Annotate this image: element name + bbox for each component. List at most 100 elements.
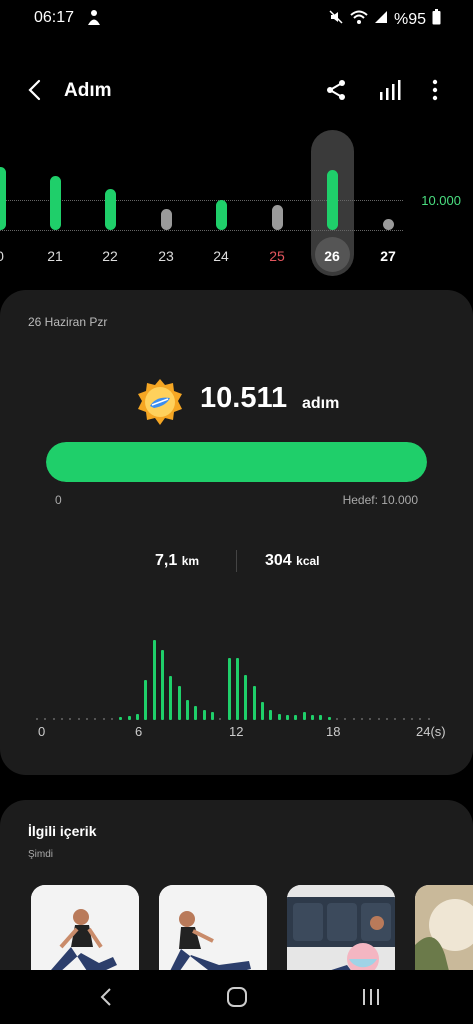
goal-progress-fill — [46, 442, 427, 482]
baseline — [0, 230, 403, 231]
goal-value-label: 10.000 — [421, 193, 461, 208]
hourly-dot — [94, 718, 97, 720]
hourly-bar — [127, 716, 131, 720]
week-bar-22[interactable] — [104, 188, 116, 230]
related-subtitle: Şimdi — [28, 849, 54, 860]
hourly-bar — [269, 710, 273, 720]
week-bar-27[interactable] — [382, 219, 394, 230]
hourly-dot — [36, 718, 38, 720]
week-bar-24[interactable] — [215, 200, 227, 230]
week-bar-21[interactable] — [49, 175, 61, 230]
battery-icon — [432, 9, 441, 30]
date-label: 26 Haziran Pzr — [28, 315, 108, 329]
hourly-dot — [219, 718, 222, 720]
hourly-bar — [161, 649, 164, 720]
hourly-dot — [102, 718, 105, 720]
week-day-label[interactable]: 22 — [90, 248, 130, 264]
hourly-dot — [377, 718, 380, 720]
week-bar-0[interactable] — [0, 167, 6, 230]
week-bar-25[interactable] — [271, 204, 283, 230]
status-bar: 06:17 %95 — [0, 0, 473, 36]
week-day-label[interactable]: 26 — [312, 248, 352, 264]
goal-achieved-badge-icon — [136, 378, 184, 426]
hourly-bar — [194, 705, 198, 720]
hourly-dot — [61, 718, 63, 720]
hourly-dot — [69, 718, 72, 720]
hourly-bar — [211, 712, 214, 720]
statistics-icon[interactable] — [376, 76, 404, 104]
hourly-dot — [419, 718, 422, 720]
hourly-axis-label: 6 — [135, 724, 143, 739]
wifi-icon — [350, 9, 368, 30]
hourly-dot — [411, 718, 413, 720]
hourly-dot — [44, 718, 47, 720]
stat-divider — [236, 550, 237, 572]
hourly-dot — [402, 718, 405, 720]
signal-icon — [374, 10, 388, 29]
goal-progress-bar — [46, 442, 427, 482]
hourly-dot — [369, 718, 372, 720]
hourly-dot — [86, 718, 88, 720]
hourly-bar — [277, 713, 281, 720]
calories-value: 304 — [265, 552, 292, 569]
hourly-dot — [352, 718, 355, 720]
calories-unit: kcal — [296, 554, 320, 568]
status-time: 06:17 — [34, 9, 75, 26]
hourly-bar — [186, 700, 189, 720]
step-count: 10.511 — [200, 382, 288, 414]
hourly-axis-label: 0 — [38, 724, 46, 739]
hourly-bar — [152, 640, 156, 720]
hourly-bar — [177, 686, 181, 720]
distance-stat: 7,1 km — [155, 552, 199, 570]
hourly-bar — [286, 715, 289, 720]
week-bar-23[interactable] — [160, 209, 172, 230]
hourly-axis-label: 18 — [326, 724, 341, 739]
share-icon[interactable] — [322, 76, 350, 104]
weekly-step-chart[interactable]: 10.000 0 21 22 23 24 25 26 27 — [0, 130, 473, 280]
hourly-dot — [386, 718, 388, 720]
hourly-dot — [111, 718, 113, 720]
nav-back-icon[interactable] — [96, 986, 116, 1013]
hourly-bar — [327, 716, 331, 720]
distance-unit: km — [181, 554, 200, 568]
daily-summary-card: 26 Haziran Pzr 10.511 adım 0 Hedef: 10.0… — [0, 290, 473, 775]
page-title: Adım — [64, 80, 112, 101]
app-bar: Adım — [0, 60, 473, 120]
calories-stat: 304 kcal — [265, 552, 320, 570]
hourly-bar — [136, 713, 139, 720]
week-day-label[interactable]: 27 — [368, 248, 408, 264]
week-day-label[interactable]: 25 — [257, 248, 297, 264]
notification-icon — [86, 8, 102, 31]
hourly-dot — [427, 718, 430, 720]
more-options-icon[interactable] — [421, 76, 449, 104]
week-day-label[interactable]: 23 — [146, 248, 186, 264]
hourly-dot — [52, 718, 55, 720]
progress-min-label: 0 — [55, 493, 62, 507]
nav-home-icon[interactable] — [226, 986, 248, 1013]
hourly-bar — [261, 702, 264, 720]
hourly-step-chart — [36, 630, 436, 720]
back-button[interactable] — [24, 78, 48, 102]
week-day-label[interactable]: 21 — [35, 248, 75, 264]
step-unit: adım — [302, 395, 340, 412]
hourly-bar — [302, 712, 306, 720]
hourly-bar — [202, 710, 206, 720]
hourly-bar — [236, 658, 239, 720]
week-bar-26[interactable] — [326, 170, 338, 230]
system-nav-bar — [0, 970, 473, 1024]
hourly-bar — [227, 657, 231, 720]
hourly-dot — [394, 718, 397, 720]
hourly-bar — [294, 715, 298, 720]
hourly-dot — [336, 718, 338, 720]
distance-value: 7,1 — [155, 552, 178, 569]
week-day-label[interactable]: 0 — [0, 248, 20, 264]
hourly-axis-label: 24(s) — [416, 724, 446, 739]
nav-recents-icon[interactable] — [360, 986, 382, 1013]
hourly-dot — [361, 718, 363, 720]
mute-icon — [328, 9, 344, 30]
battery-percent: %95 — [393, 10, 426, 28]
hourly-bar — [311, 715, 314, 720]
hourly-bar — [244, 675, 248, 720]
hourly-dot — [77, 718, 80, 720]
week-day-label[interactable]: 24 — [201, 248, 241, 264]
